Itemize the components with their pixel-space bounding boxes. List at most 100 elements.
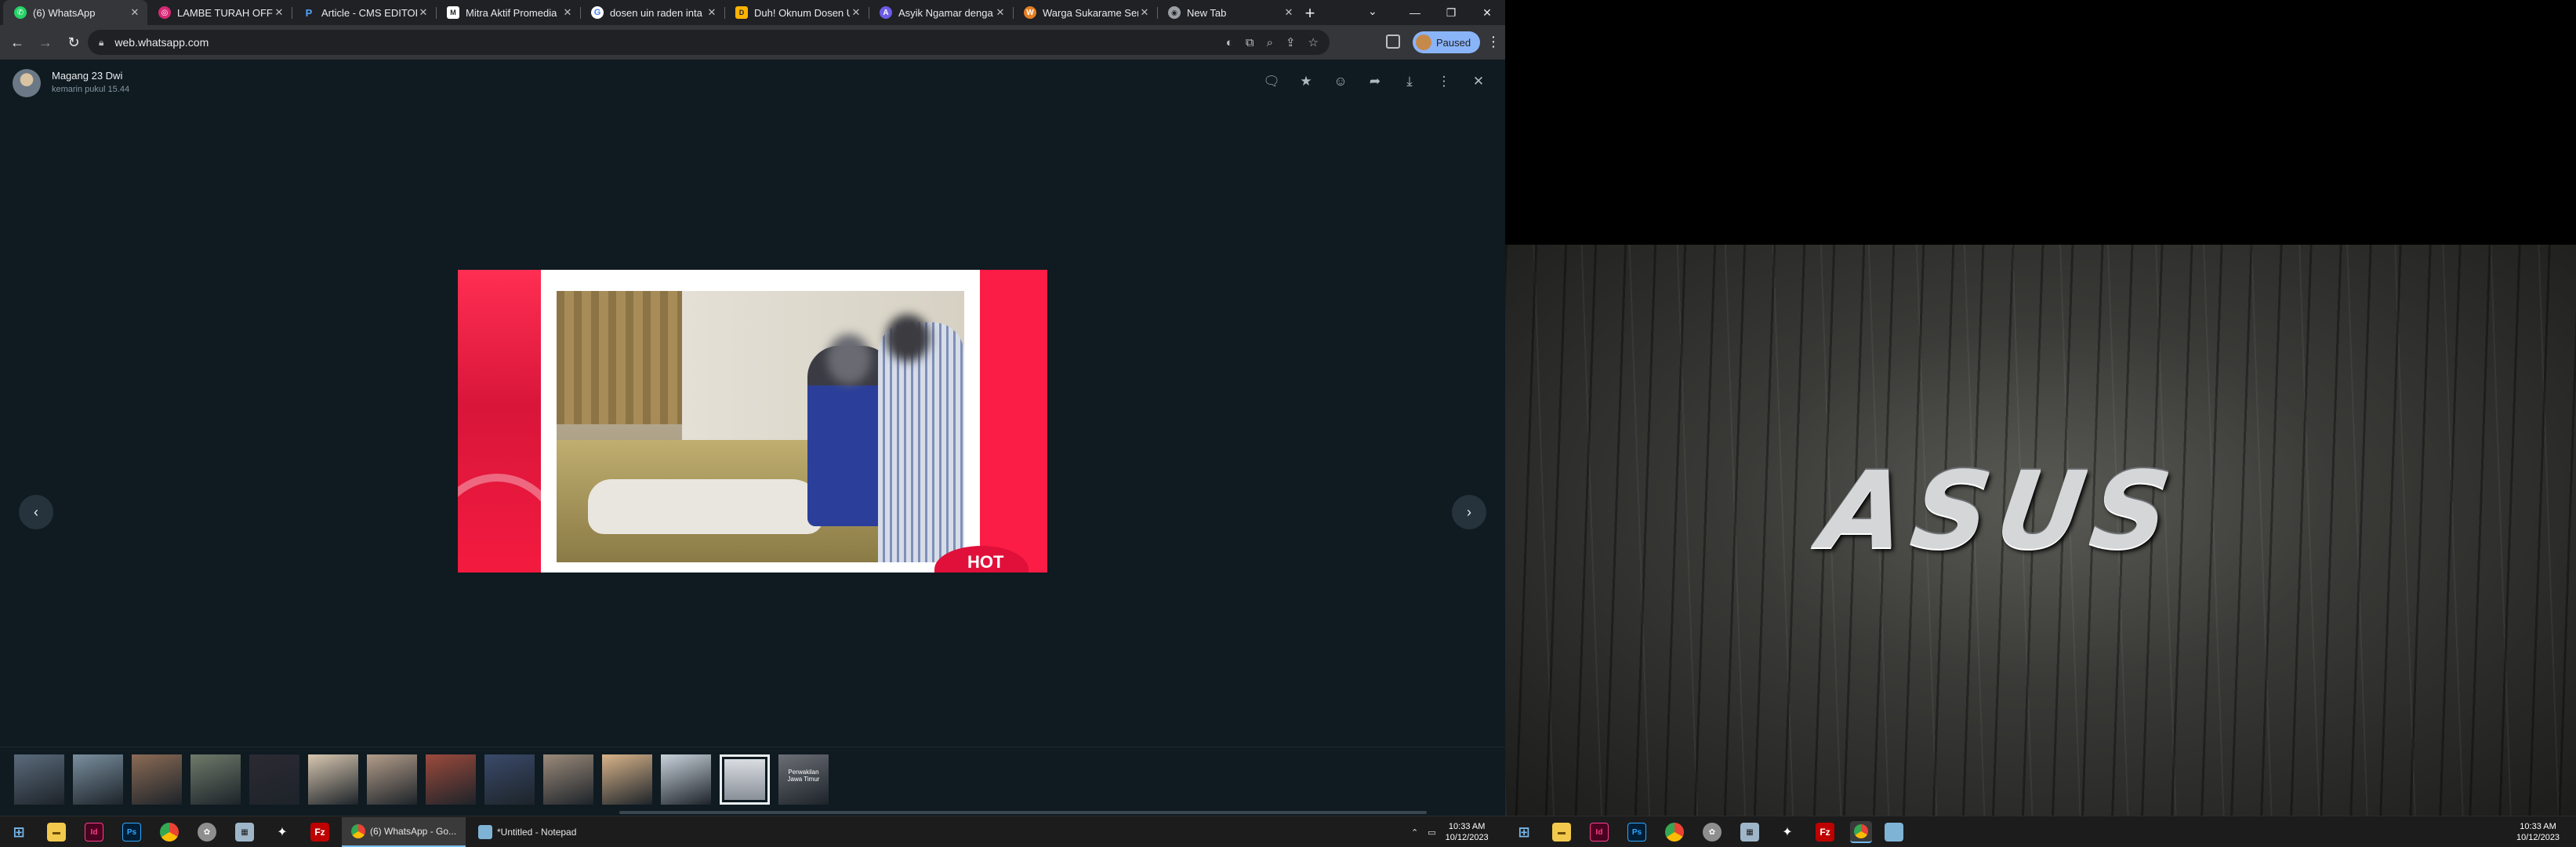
app-icon[interactable]: ✿ — [1703, 823, 1722, 842]
tab-whatsapp[interactable]: ✆ (6) WhatsApp ✕ — [3, 0, 147, 25]
media-thumbnail[interactable] — [484, 754, 535, 805]
close-icon[interactable]: ✕ — [1461, 71, 1496, 93]
window-controls: — ❐ ✕ — [1397, 0, 1505, 25]
bookmark-star-icon[interactable]: ☆ — [1308, 35, 1319, 49]
message-timestamp: kemarin pukul 15.44 — [52, 85, 130, 94]
taskbar-app-notepad[interactable]: *Untitled - Notepad — [469, 817, 594, 847]
clock[interactable]: 10:33 AM 10/12/2023 — [1446, 821, 1489, 843]
install-app-icon[interactable]: ⧉ — [1246, 36, 1254, 49]
media-thumbnail[interactable] — [308, 754, 358, 805]
tab-lambe-turah[interactable]: ◎ LAMBE TURAH OFFIC ✕ — [147, 0, 292, 25]
profile-button[interactable]: Paused — [1413, 31, 1480, 53]
filezilla-icon[interactable]: Fz — [310, 823, 329, 842]
side-panel-icon[interactable] — [1386, 35, 1400, 49]
google-lens-icon[interactable]: ◐ — [1226, 36, 1233, 49]
avatar[interactable] — [13, 69, 41, 97]
media-thumbnail[interactable] — [73, 754, 123, 805]
lock-icon: 🔒︎ — [99, 36, 104, 48]
media-thumbnail[interactable] — [543, 754, 593, 805]
media-thumbnail[interactable] — [249, 754, 299, 805]
forward-arrow-icon[interactable]: → — [34, 31, 56, 53]
file-explorer-icon[interactable]: ▬ — [47, 823, 66, 842]
tab-warga-sukarame[interactable]: W Warga Sukarame Sen ✕ — [1013, 0, 1157, 25]
close-icon[interactable]: ✕ — [561, 6, 574, 19]
media-thumbnail[interactable] — [602, 754, 652, 805]
clock[interactable]: 10:33 AM 10/12/2023 — [2516, 821, 2560, 843]
dual-monitor-screen: ✆ (6) WhatsApp ✕ ◎ LAMBE TURAH OFFIC ✕ P… — [0, 0, 2576, 847]
forward-icon[interactable]: ➦ — [1358, 71, 1392, 93]
close-icon[interactable]: ✕ — [1283, 6, 1295, 19]
media-thumbnail[interactable] — [720, 754, 770, 805]
more-options-icon[interactable]: ⋮ — [1427, 71, 1461, 93]
share-icon[interactable]: ⇪ — [1286, 35, 1296, 49]
tab-asyik-ngamar[interactable]: A Asyik Ngamar denga ✕ — [869, 0, 1013, 25]
minimize-icon[interactable]: — — [1397, 0, 1433, 25]
tab-search-icon[interactable]: ⌄ — [1368, 5, 1377, 18]
back-arrow-icon[interactable]: ← — [6, 31, 28, 53]
chrome-icon[interactable] — [160, 823, 179, 842]
zoom-icon[interactable]: ⌕ — [1267, 36, 1273, 49]
go-to-message-icon[interactable]: 🗨︎ — [1254, 71, 1289, 93]
taskbar-app-label: (6) WhatsApp - Go... — [370, 826, 457, 837]
media-thumbnail[interactable] — [132, 754, 182, 805]
restore-icon[interactable]: ❐ — [1433, 0, 1469, 25]
media-thumbnail[interactable]: Perwakilan Jawa Timur — [778, 754, 829, 805]
indesign-icon[interactable]: Id — [1590, 823, 1609, 842]
react-emoji-icon[interactable]: ☺ — [1323, 71, 1358, 93]
media-thumbnail[interactable] — [367, 754, 417, 805]
close-icon[interactable]: ✕ — [129, 6, 141, 19]
close-icon[interactable]: ✕ — [1138, 6, 1151, 19]
star-icon[interactable]: ★ — [1289, 71, 1323, 93]
taskbar-app-label: *Untitled - Notepad — [497, 827, 577, 838]
network-icon[interactable]: ▭ — [1428, 827, 1435, 838]
close-icon[interactable]: ✕ — [994, 6, 1007, 19]
chrome-icon[interactable] — [1665, 823, 1684, 842]
acrobat-icon[interactable]: ✦ — [1778, 823, 1797, 842]
media-thumbnail[interactable] — [14, 754, 64, 805]
app-icon[interactable]: ✿ — [198, 823, 216, 842]
download-icon[interactable]: ⤓ — [1392, 71, 1427, 93]
reload-icon[interactable]: ↻ — [63, 31, 85, 53]
system-tray: ⌃ ▭ 10:33 AM 10/12/2023 — [1411, 816, 1489, 847]
new-tab-button[interactable]: + — [1300, 3, 1320, 24]
close-icon[interactable]: ✕ — [273, 6, 285, 19]
chevron-up-icon[interactable]: ⌃ — [1411, 827, 1418, 838]
whatsapp-media-viewer: Magang 23 Dwi kemarin pukul 15.44 🗨︎ ★ ☺… — [0, 60, 1505, 816]
file-explorer-icon[interactable]: ▬ — [1552, 823, 1571, 842]
photoshop-icon[interactable]: Ps — [1627, 823, 1646, 842]
browser-menu-icon[interactable]: ⋮ — [1486, 34, 1500, 50]
filezilla-icon[interactable]: Fz — [1816, 823, 1834, 842]
close-window-icon[interactable]: ✕ — [1469, 0, 1505, 25]
next-media-button[interactable]: › — [1452, 495, 1486, 529]
tab-cms-editor[interactable]: P Article - CMS EDITOR ✕ — [292, 0, 436, 25]
tab-new-tab[interactable]: ◉ New Tab ✕ — [1157, 0, 1301, 25]
clock-date: 10/12/2023 — [2516, 833, 2560, 842]
tab-google-search[interactable]: G dosen uin raden inta ✕ — [580, 0, 724, 25]
photoshop-icon[interactable]: Ps — [122, 823, 141, 842]
calculator-icon[interactable]: ▦ — [235, 823, 254, 842]
address-bar[interactable]: 🔒︎ web.whatsapp.com ◐ ⧉ ⌕ ⇪ ☆ — [88, 30, 1330, 55]
chevron-left-icon: ‹ — [34, 503, 38, 520]
instagram-icon: ◎ — [158, 6, 171, 19]
media-thumbnail[interactable] — [190, 754, 241, 805]
media-thumbnail[interactable] — [661, 754, 711, 805]
chrome-running-icon[interactable] — [1850, 821, 1872, 843]
acrobat-icon[interactable]: ✦ — [273, 823, 292, 842]
tab-mitra-aktif[interactable]: M Mitra Aktif Promedia ✕ — [436, 0, 580, 25]
calculator-icon[interactable]: ▦ — [1740, 823, 1759, 842]
windows-start-icon[interactable]: ⊞ — [9, 823, 28, 842]
tab-title: Article - CMS EDITOR — [321, 6, 417, 19]
close-icon[interactable]: ✕ — [850, 6, 862, 19]
taskbar-app-whatsapp[interactable]: (6) WhatsApp - Go... — [342, 817, 466, 847]
left-monitor: ✆ (6) WhatsApp ✕ ◎ LAMBE TURAH OFFIC ✕ P… — [0, 0, 1505, 847]
thumbnail-scrollbar[interactable] — [619, 811, 1427, 814]
tab-oknum-dosen[interactable]: D Duh! Oknum Dosen U ✕ — [724, 0, 869, 25]
close-icon[interactable]: ✕ — [417, 6, 430, 19]
windows-start-icon[interactable]: ⊞ — [1515, 823, 1533, 842]
tab-title: Asyik Ngamar denga — [898, 6, 993, 19]
indesign-icon[interactable]: Id — [85, 823, 103, 842]
media-thumbnail[interactable] — [426, 754, 476, 805]
previous-media-button[interactable]: ‹ — [19, 495, 53, 529]
notepad-icon[interactable] — [1885, 823, 1903, 842]
close-icon[interactable]: ✕ — [706, 6, 718, 19]
